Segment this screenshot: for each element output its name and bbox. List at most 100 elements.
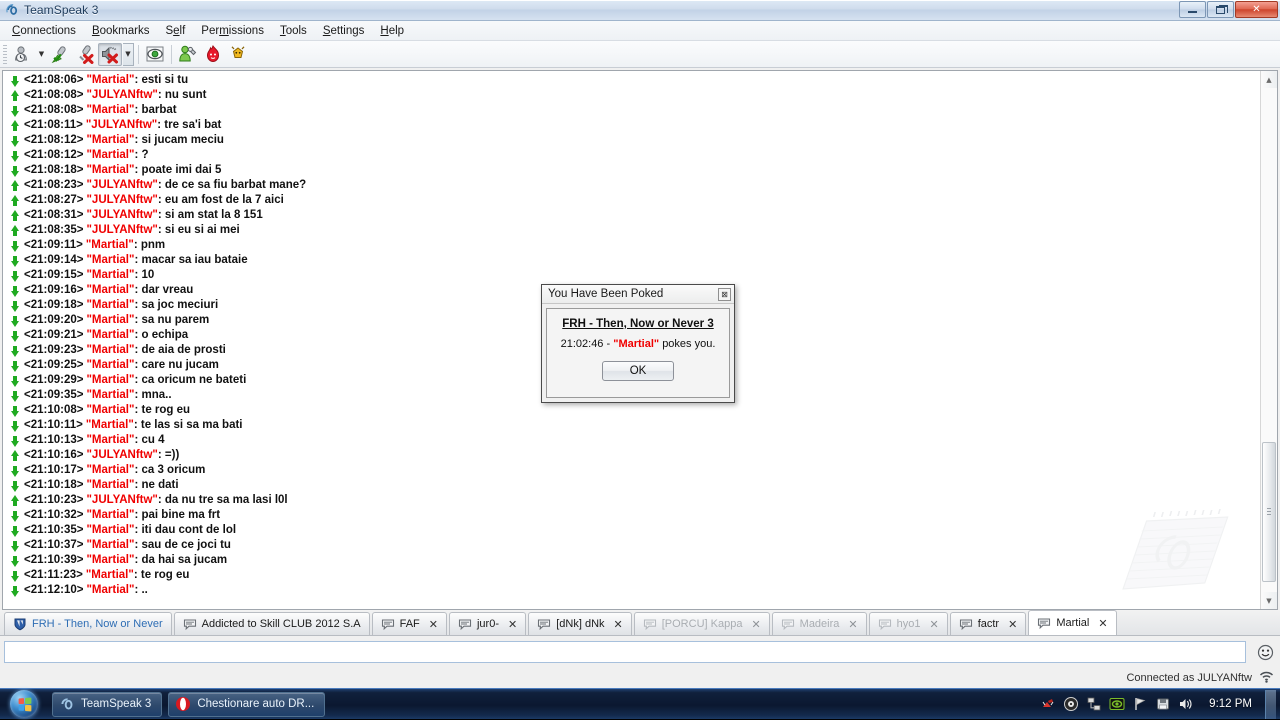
close-button[interactable]: ✕ [1235, 1, 1278, 18]
tab-close-icon[interactable]: ✕ [508, 618, 517, 631]
chat-scrollbar[interactable]: ▲ ▼ [1260, 71, 1277, 609]
user-settings-icon[interactable] [176, 43, 200, 66]
message-text-value: te rog eu [141, 569, 190, 581]
microphone-muted-icon[interactable] [73, 43, 97, 66]
tab-addicted-to-skill-club-2012-s-a[interactable]: Addicted to Skill CLUB 2012 S.A [174, 612, 370, 635]
poke-time: 21:02:46 [561, 338, 604, 350]
tab-close-icon[interactable]: ✕ [429, 618, 438, 631]
message-text-value: dar vreau [141, 284, 193, 296]
arrow-down-icon [9, 523, 22, 538]
network-connections-icon[interactable] [1086, 696, 1102, 712]
connect-icon[interactable] [11, 43, 35, 66]
message-text: : te rog eu [134, 403, 190, 418]
arrow-down-icon [9, 388, 22, 403]
poke-dialog-body: FRH - Then, Now or Never 3 21:02:46 - "M… [546, 308, 730, 398]
message-timestamp: <21:12:10> [24, 583, 83, 598]
message-text: : ca 3 oricum [134, 463, 205, 478]
windows-taskbar: TeamSpeak 3Chestionare auto DR... [0, 688, 1280, 719]
message-timestamp: <21:08:18> [24, 163, 83, 178]
tab-jur0[interactable]: jur0-✕ [449, 612, 526, 635]
tab-frh-then-now-or-never[interactable]: FRH - Then, Now or Never [4, 612, 172, 635]
tab-dnk-dnk[interactable]: [dNk] dNk✕ [528, 612, 632, 635]
private-chat-icon [1037, 617, 1051, 630]
menu-help[interactable]: Help [372, 23, 412, 39]
chat-message: <21:10:18>"Martial": ne dati [3, 478, 1260, 493]
scroll-down-button[interactable]: ▼ [1261, 592, 1277, 609]
arrow-down-icon [9, 73, 22, 88]
message-text: : =)) [158, 448, 179, 463]
message-text-value: pai bine ma frt [141, 509, 220, 521]
show-desktop-button[interactable] [1265, 690, 1276, 719]
chat-message: <21:12:10>"Martial": .. [3, 583, 1260, 598]
safely-remove-icon[interactable] [1155, 696, 1171, 712]
antivirus-icon[interactable] [1040, 696, 1056, 712]
menu-self[interactable]: Self [157, 23, 193, 39]
arrow-up-icon [9, 88, 22, 103]
chat-message: <21:09:11>"Martial": pnm [3, 238, 1260, 253]
message-text-value: esti si tu [141, 74, 188, 86]
taskbar-clock[interactable]: 9:12 PM [1209, 698, 1252, 710]
speaker-muted-icon[interactable] [98, 43, 122, 66]
tab-close-icon[interactable]: ✕ [614, 618, 623, 631]
message-nickname: "Martial" [86, 283, 134, 298]
poke-close-button[interactable]: ⊠ [718, 288, 731, 301]
menu-bookmarks[interactable]: Bookmarks [84, 23, 158, 39]
menu-connections[interactable]: Connections [4, 23, 84, 39]
menu-permissions[interactable]: Permissions [193, 23, 272, 39]
chat-input[interactable] [4, 641, 1246, 663]
speaker-dropdown-arrow[interactable]: ▼ [123, 43, 134, 66]
away-status-icon[interactable] [143, 43, 167, 66]
smiley-icon[interactable] [1254, 641, 1276, 663]
tab-close-icon[interactable]: ✕ [751, 618, 760, 631]
message-nickname: "Martial" [86, 523, 134, 538]
tab-close-icon[interactable]: ✕ [929, 618, 938, 631]
taskbar-button-teamspeak-3[interactable]: TeamSpeak 3 [52, 692, 162, 717]
nvidia-settings-icon[interactable] [1109, 696, 1125, 712]
message-timestamp: <21:09:18> [24, 298, 83, 313]
toolbar-grip[interactable] [3, 45, 7, 64]
tab-close-icon[interactable]: ✕ [848, 618, 857, 631]
tab-factr[interactable]: factr✕ [950, 612, 1027, 635]
flag-action-center-icon[interactable] [1132, 696, 1148, 712]
arrow-down-icon [9, 478, 22, 493]
message-text-value: da nu tre sa ma lasi l0l [165, 494, 288, 506]
microphone-enabled-icon[interactable] [48, 43, 72, 66]
poke-ok-button[interactable]: OK [602, 361, 674, 381]
tab-martial[interactable]: Martial✕ [1028, 610, 1116, 635]
message-text-value: sau de ce joci tu [141, 539, 230, 551]
channel-chat-icon [183, 618, 197, 631]
tab-close-icon[interactable]: ✕ [1008, 618, 1017, 631]
message-nickname: "Martial" [86, 163, 134, 178]
menu-settings[interactable]: Settings [315, 23, 373, 39]
windows-start-orb-icon[interactable] [2, 690, 46, 719]
taskbar-button-chestionare-auto-dr[interactable]: Chestionare auto DR... [168, 692, 325, 717]
connect-dropdown-arrow[interactable]: ▼ [36, 43, 47, 66]
tab-faf[interactable]: FAF✕ [372, 612, 447, 635]
message-nickname: "Martial" [86, 253, 134, 268]
arrow-down-icon [9, 163, 22, 178]
scrollbar-track[interactable] [1261, 88, 1277, 592]
arrow-down-icon [9, 238, 22, 253]
message-text: : sa nu parem [134, 313, 209, 328]
tab-porcu-kappa[interactable]: [PORCU] Kappa ✕ [634, 612, 770, 635]
plugin-bug-icon[interactable] [226, 43, 250, 66]
tab-label: [PORCU] Kappa [662, 618, 743, 630]
media-player-icon[interactable] [1063, 696, 1079, 712]
menu-tools[interactable]: Tools [272, 23, 315, 39]
tab-close-icon[interactable]: ✕ [1098, 617, 1107, 630]
scrollbar-thumb[interactable] [1262, 442, 1276, 582]
flame-icon[interactable] [201, 43, 225, 66]
tab-hyo1[interactable]: hyo1✕ [869, 612, 948, 635]
tab-madeira[interactable]: Madeira✕ [772, 612, 867, 635]
restore-button[interactable] [1207, 1, 1234, 18]
minimize-button[interactable] [1179, 1, 1206, 18]
message-timestamp: <21:09:20> [24, 313, 83, 328]
scroll-up-button[interactable]: ▲ [1261, 71, 1277, 88]
poke-dialog-titlebar: You Have Been Poked ⊠ [542, 285, 734, 304]
arrow-down-icon [9, 253, 22, 268]
message-nickname: "Martial" [86, 343, 134, 358]
message-nickname: "JULYANftw" [86, 88, 157, 103]
chat-message: <21:08:27>"JULYANftw": eu am fost de la … [3, 193, 1260, 208]
volume-icon[interactable] [1178, 696, 1194, 712]
toolbar: ▼ ▼ [0, 41, 1280, 68]
